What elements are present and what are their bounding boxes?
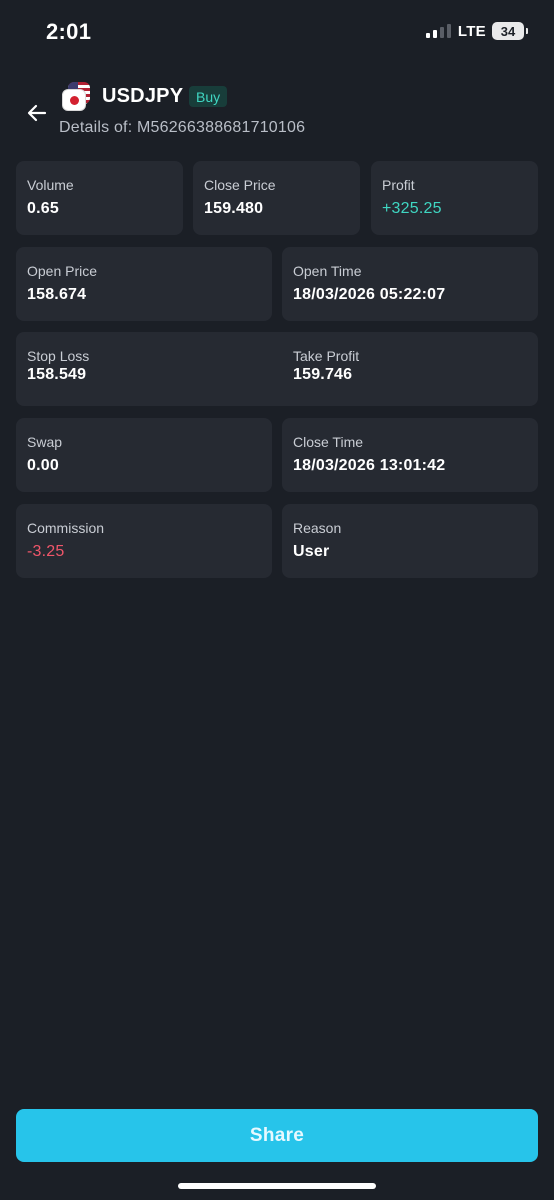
battery-icon: 34 [492,22,528,40]
cellular-signal-icon [425,24,451,38]
profit-card: Profit +325.25 [371,161,538,235]
side-badge: Buy [189,86,228,107]
swap-label: Swap [27,434,63,450]
commission-value: -3.25 [27,543,65,560]
home-indicator[interactable] [178,1183,376,1189]
share-button[interactable]: Share [16,1109,538,1162]
japan-flag-icon [62,89,86,111]
status-time: 2:01 [46,19,92,44]
battery-level: 34 [492,22,524,40]
reason-card: Reason User [282,504,538,578]
back-button[interactable] [22,98,52,128]
status-bar: 2:01 LTE 34 [0,0,554,66]
status-indicators: LTE 34 [425,22,528,40]
close-time-card: Close Time 18/03/2026 13:01:42 [282,418,538,492]
open-price-value: 158.674 [27,286,87,303]
profit-value: +325.25 [382,200,442,217]
close-time-label: Close Time [293,434,364,450]
symbol-title: USDJPY [102,85,184,107]
profit-label: Profit [382,177,415,193]
volume-card: Volume 0.65 [16,161,183,235]
reason-label: Reason [293,520,342,536]
network-type: LTE [457,22,486,40]
sl-tp-card: Stop Loss 158.549 Take Profit 159.746 [16,332,538,406]
volume-label: Volume [27,177,74,193]
close-time-value: 18/03/2026 13:01:42 [293,457,446,474]
reason-value: User [293,543,330,560]
close-price-value: 159.480 [204,200,264,217]
open-time-card: Open Time 18/03/2026 05:22:07 [282,247,538,321]
stop-loss-label: Stop Loss [27,348,90,364]
volume-value: 0.65 [27,200,59,217]
take-profit-value: 159.746 [293,366,353,383]
close-price-label: Close Price [204,177,276,193]
open-price-label: Open Price [27,263,98,279]
open-time-value: 18/03/2026 05:22:07 [293,286,446,303]
swap-card: Swap 0.00 [16,418,272,492]
open-price-card: Open Price 158.674 [16,247,272,321]
take-profit-label: Take Profit [293,348,360,364]
commission-label: Commission [27,520,105,536]
stop-loss-value: 158.549 [27,366,87,383]
swap-value: 0.00 [27,457,59,474]
usd-jpy-flags-icon [60,82,92,112]
open-time-label: Open Time [293,263,362,279]
commission-card: Commission -3.25 [16,504,272,578]
order-details-id: Details of: M56266388681710106 [59,119,306,136]
arrow-left-icon [27,104,47,122]
close-price-card: Close Price 159.480 [193,161,360,235]
